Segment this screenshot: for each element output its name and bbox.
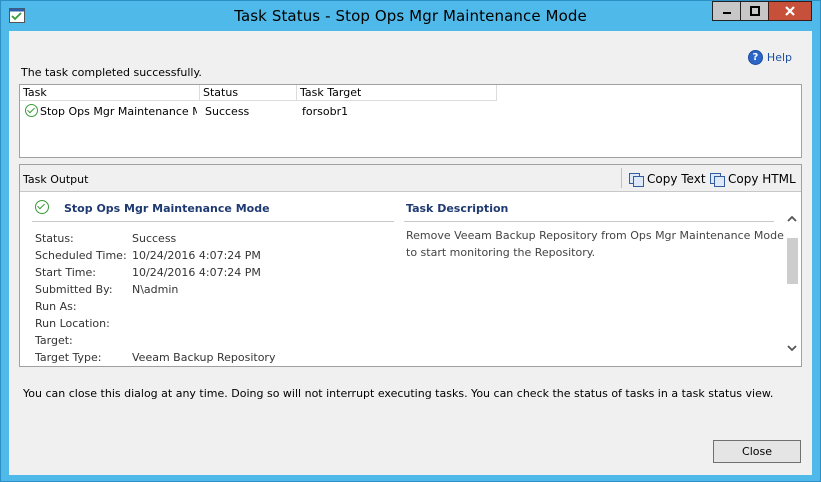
task-output-content: Stop Ops Mgr Maintenance Mode Task Descr… [20,191,801,366]
property-label: Target: [35,334,73,347]
property-value: Success [132,232,177,245]
divider [32,221,394,222]
task-output-header: Task Output Copy Text Copy HTML [20,165,801,192]
help-link[interactable]: ? Help [747,50,792,65]
task-output-panel: Task Output Copy Text Copy HTML Stop Ops… [19,164,802,367]
column-header-task-target[interactable]: Task Target [297,85,497,101]
property-label: Run Location: [35,317,110,330]
maximize-button[interactable] [740,1,768,21]
task-name: Stop Ops Mgr Maintenance M... [40,105,197,118]
dialog-window: Task Status - Stop Ops Mgr Maintenance M… [0,0,821,482]
help-label: Help [766,51,792,64]
copy-icon [710,173,725,187]
property-value: 10/24/2016 4:07:24 PM [132,266,261,279]
chevron-down-icon[interactable] [786,342,798,354]
property-label: Submitted By: [35,283,113,296]
minimize-icon [722,12,731,14]
column-header-task[interactable]: Task [20,85,200,101]
property-value: N\admin [132,283,179,296]
property-label: Status: [35,232,74,245]
property-label: Run As: [35,300,77,313]
copy-text-label: Copy Text [647,172,706,186]
task-output-title: Task Output [23,173,89,186]
toolbar-separator [621,168,622,188]
success-check-icon [35,200,49,214]
help-icon: ? [747,50,763,65]
property-label: Target Type: [35,351,102,364]
property-label: Scheduled Time: [35,249,127,262]
close-icon [785,6,795,16]
close-window-button[interactable] [768,1,812,21]
copy-text-button[interactable]: Copy Text [629,172,706,187]
column-header-status[interactable]: Status [200,85,297,101]
status-cell: Success [205,105,250,118]
scrollbar-thumb[interactable] [787,238,798,284]
task-description-text: Remove Veeam Backup Repository from Ops … [406,229,784,259]
close-button[interactable]: Close [713,440,801,463]
window-title: Task Status - Stop Ops Mgr Maintenance M… [234,7,587,25]
status-message: The task completed successfully. [21,66,202,79]
success-check-icon [25,104,38,117]
property-value: Veeam Backup Repository [132,351,276,364]
task-list-header: Task Status Task Target [20,85,801,101]
copy-html-button[interactable]: Copy HTML [710,172,796,187]
target-cell: forsobr1 [302,105,349,118]
copy-icon [629,173,644,187]
property-value: 10/24/2016 4:07:24 PM [132,249,261,262]
task-list[interactable]: Task Status Task Target Stop Ops Mgr Mai… [19,84,802,158]
task-description-heading: Task Description [406,202,509,215]
footer-message: You can close this dialog at any time. D… [23,387,774,400]
task-cell: Stop Ops Mgr Maintenance M... [25,104,197,120]
property-label: Start Time: [35,266,96,279]
vertical-scrollbar[interactable] [783,191,801,366]
title-bar[interactable]: Task Status - Stop Ops Mgr Maintenance M… [1,1,820,31]
divider [404,221,774,222]
maximize-icon [749,6,760,16]
copy-html-label: Copy HTML [728,172,796,186]
minimize-button[interactable] [712,1,740,21]
dialog-client: ? Help The task completed successfully. … [9,31,812,475]
chevron-up-icon[interactable] [786,213,798,225]
task-details-heading: Stop Ops Mgr Maintenance Mode [64,202,270,215]
